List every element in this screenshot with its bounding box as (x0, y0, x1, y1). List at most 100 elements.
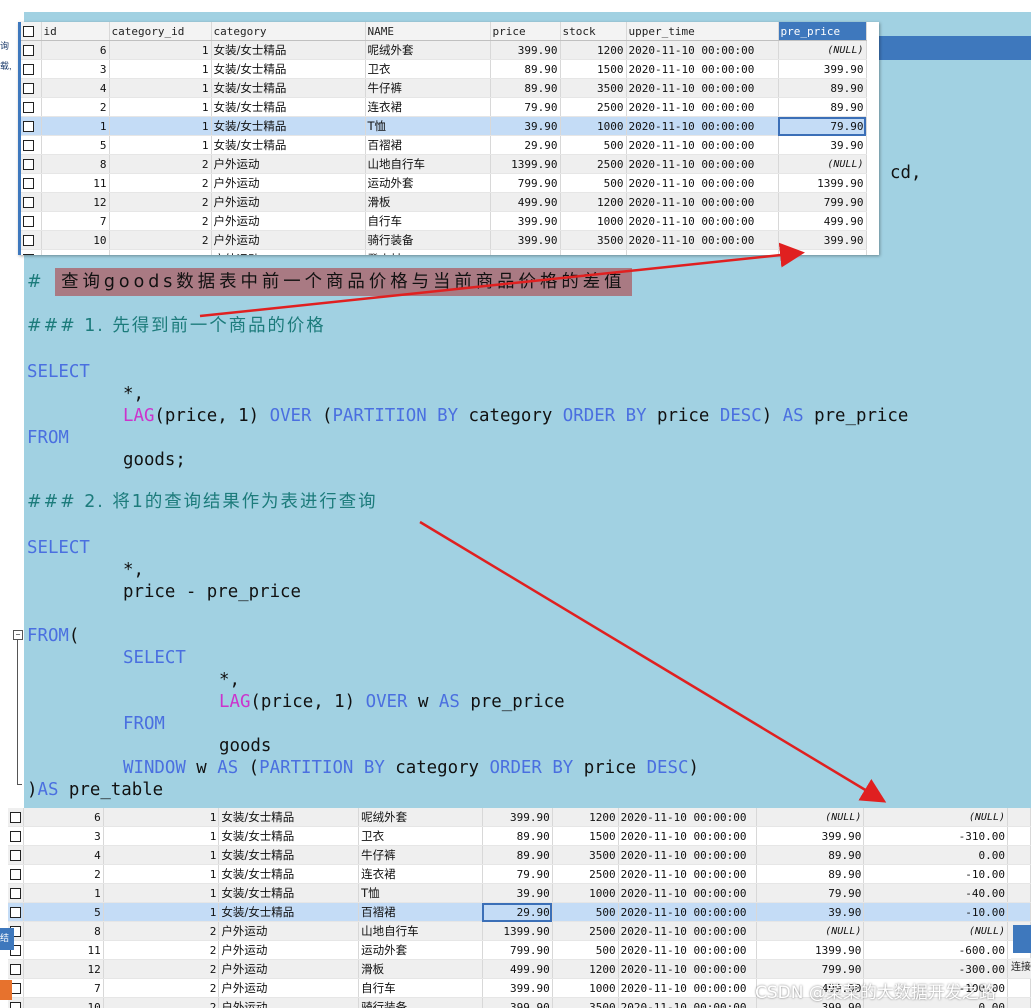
checkbox-icon[interactable] (23, 102, 34, 113)
checkbox-icon[interactable] (10, 850, 21, 861)
cell-stock[interactable]: 500 (552, 940, 619, 960)
cell-pre-price[interactable]: 89.90 (778, 97, 867, 117)
cell-category-id[interactable]: 2 (109, 249, 212, 255)
table-row[interactable]: 8 2 户外运动 山地自行车 1399.90 2500 2020-11-10 00:00:0… (8, 921, 1031, 941)
cell-pre-price[interactable]: 799.90 (756, 959, 865, 979)
cell-upper-time[interactable]: 2020-11-10 00:00:00 (618, 921, 757, 941)
cell-category-id[interactable]: 2 (109, 192, 212, 212)
cell-pre-price[interactable]: 89.90 (778, 78, 867, 98)
cell-price[interactable]: 499.90 (482, 959, 553, 979)
row-checkbox[interactable] (21, 154, 42, 174)
row-checkbox[interactable] (21, 192, 42, 212)
cell-category[interactable]: 女装/女士精品 (211, 97, 366, 117)
cell-price[interactable]: 399.90 (490, 211, 561, 231)
cell-stock[interactable]: 3500 (560, 230, 627, 250)
checkbox-icon[interactable] (23, 26, 34, 37)
cell-price[interactable]: 89.90 (482, 826, 553, 846)
cell-stock[interactable]: 500 (560, 173, 627, 193)
cell-id[interactable]: 1 (23, 883, 104, 903)
cell-id[interactable]: 9 (41, 249, 110, 255)
cell-upper-time[interactable]: 2020-11-10 00:00:00 (626, 154, 779, 174)
cell-id[interactable]: 11 (41, 173, 110, 193)
col-header-stock[interactable]: stock (560, 22, 627, 41)
cell-stock[interactable]: 500 (560, 135, 627, 155)
table-row[interactable]: 3 1 女装/女士精品 卫衣 89.90 1500 2020-11-10 00:00:00 3… (21, 59, 867, 79)
cell-price[interactable]: 29.90 (490, 135, 561, 155)
cell-price[interactable]: 1399.90 (490, 154, 561, 174)
cell-category[interactable]: 户外运动 (211, 249, 366, 255)
cell-upper-time[interactable]: 2020-11-10 00:00:00 (618, 902, 757, 922)
cell-category[interactable]: 女装/女士精品 (218, 883, 360, 903)
table-row[interactable]: 4 1 女装/女士精品 牛仔裤 89.90 3500 2020-11-10 00:00:00… (21, 78, 867, 98)
cell-upper-time[interactable]: 2020-11-10 00:00:00 (626, 59, 779, 79)
table-row[interactable]: 12 2 户外运动 滑板 499.90 1200 2020-11-10 00:00:00 79… (21, 192, 867, 212)
cell-upper-time[interactable]: 2020-11-10 00:00:00 (618, 808, 757, 827)
checkbox-icon[interactable] (23, 64, 34, 75)
cell-name[interactable]: 百褶裙 (365, 135, 491, 155)
cell-id[interactable]: 3 (23, 826, 104, 846)
cell-name[interactable]: 运动外套 (358, 940, 483, 960)
cell-stock[interactable]: 1000 (560, 211, 627, 231)
cell-pre-price[interactable]: 89.90 (756, 864, 865, 884)
cell-category[interactable]: 女装/女士精品 (211, 116, 366, 136)
table-row[interactable]: 1 1 女装/女士精品 T恤 39.90 1000 2020-11-10 00:00:00 7… (8, 883, 1031, 903)
cell-name[interactable]: 自行车 (358, 978, 483, 998)
cell-upper-time[interactable]: 2020-11-10 00:00:00 (618, 959, 757, 979)
cell-upper-time[interactable]: 2020-11-10 00:00:00 (618, 978, 757, 998)
side-tab-query[interactable]: 询 (0, 40, 11, 52)
checkbox-icon[interactable] (23, 197, 34, 208)
cell-pre-price[interactable]: 1399.90 (778, 173, 867, 193)
col-header-category[interactable]: category (211, 22, 366, 41)
cell-upper-time[interactable]: 2020-11-10 00:00:00 (618, 826, 757, 846)
cell-id[interactable]: 5 (23, 902, 104, 922)
cell-id[interactable]: 6 (23, 808, 104, 827)
cell-pre-price[interactable]: (NULL) (756, 808, 865, 827)
cell-category-id[interactable]: 2 (109, 211, 212, 231)
checkbox-icon[interactable] (23, 140, 34, 151)
cell-price-diff[interactable]: (NULL) (863, 921, 1008, 941)
cell-upper-time[interactable]: 2020-11-10 00:00:00 (626, 97, 779, 117)
cell-category-id[interactable]: 1 (109, 59, 212, 79)
cell-stock[interactable]: 3500 (552, 845, 619, 865)
cell-id[interactable]: 8 (23, 921, 104, 941)
table-row[interactable]: 1 1 女装/女士精品 T恤 39.90 1000 2020-11-10 00:00:00 7… (21, 116, 867, 136)
cell-category[interactable]: 女装/女士精品 (218, 902, 360, 922)
cell-price[interactable]: 59.90 (490, 249, 561, 255)
col-header-upper-time[interactable]: upper_time (626, 22, 779, 41)
cell-name[interactable]: 连衣裙 (365, 97, 491, 117)
result-grid-top[interactable]: id category_id category NAME price stock… (18, 22, 879, 255)
cell-category-id[interactable]: 2 (109, 173, 212, 193)
cell-id[interactable]: 11 (23, 940, 104, 960)
cell-name[interactable]: 骑行装备 (365, 230, 491, 250)
checkbox-icon[interactable] (10, 964, 21, 975)
cell-stock[interactable]: 500 (552, 902, 619, 922)
cell-name[interactable]: T恤 (365, 116, 491, 136)
cell-id[interactable]: 12 (23, 959, 104, 979)
cell-price-diff[interactable]: -300.00 (863, 959, 1008, 979)
cell-stock[interactable]: 1500 (560, 59, 627, 79)
checkbox-icon[interactable] (23, 83, 34, 94)
checkbox-icon[interactable] (23, 178, 34, 189)
cell-id[interactable]: 4 (41, 78, 110, 98)
cell-upper-time[interactable]: 2020-11-10 00:00:00 (618, 940, 757, 960)
cell-price[interactable]: 399.90 (482, 978, 553, 998)
left-result-tab-fragment[interactable]: 结 (0, 928, 14, 950)
cell-category[interactable]: 女装/女士精品 (218, 826, 360, 846)
cell-pre-price[interactable]: 79.90 (778, 116, 867, 136)
cell-name[interactable]: 骑行装备 (358, 997, 483, 1008)
col-header-category-id[interactable]: category_id (109, 22, 212, 41)
cell-category-id[interactable]: 1 (103, 883, 220, 903)
cell-stock[interactable]: 2500 (552, 864, 619, 884)
row-checkbox[interactable] (21, 97, 42, 117)
checkbox-icon[interactable] (10, 831, 21, 842)
cell-category-id[interactable]: 1 (109, 78, 212, 98)
cell-price-diff[interactable]: -310.00 (863, 826, 1008, 846)
row-checkbox[interactable] (21, 230, 42, 250)
cell-upper-time[interactable]: 2020-11-10 00:00:00 (626, 116, 779, 136)
cell-stock[interactable]: 1000 (552, 978, 619, 998)
cell-upper-time[interactable]: 2020-11-10 00:00:00 (626, 135, 779, 155)
cell-id[interactable]: 4 (23, 845, 104, 865)
row-checkbox[interactable] (8, 808, 24, 827)
row-checkbox[interactable] (21, 211, 42, 231)
cell-id[interactable]: 2 (41, 97, 110, 117)
